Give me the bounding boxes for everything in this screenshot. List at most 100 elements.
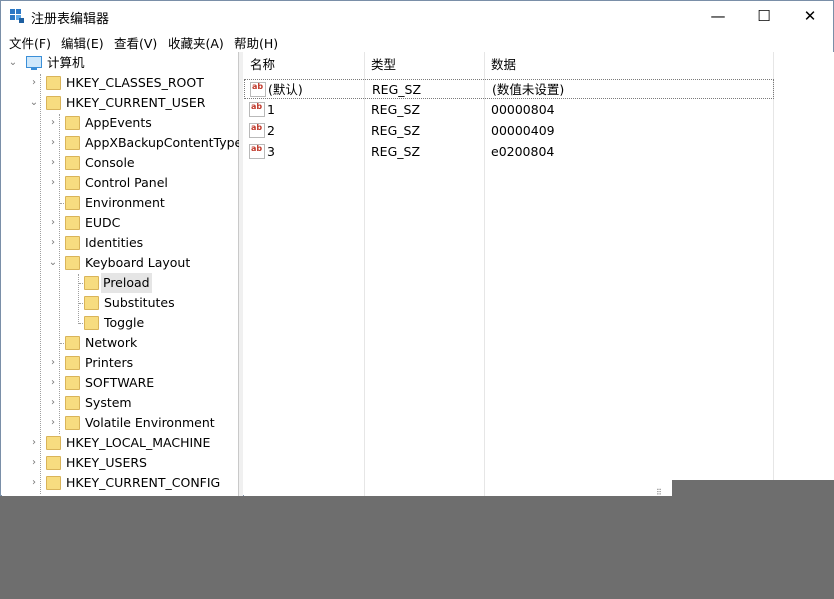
value-name: 3 bbox=[267, 144, 275, 159]
tree-label: Network bbox=[85, 335, 138, 350]
folder-icon bbox=[65, 156, 80, 170]
menu-favorites[interactable]: 收藏夹(A) bbox=[168, 33, 224, 52]
minimize-button[interactable]: — bbox=[695, 1, 741, 31]
folder-icon bbox=[84, 296, 99, 310]
chevron-right-icon[interactable]: › bbox=[29, 453, 39, 473]
tree-item-software[interactable]: › SOFTWARE bbox=[2, 373, 238, 393]
tree-item-toggle[interactable]: Toggle bbox=[2, 313, 238, 333]
chevron-right-icon[interactable]: › bbox=[48, 393, 58, 413]
tree-item-hkcu[interactable]: ⌄ HKEY_CURRENT_USER bbox=[2, 93, 238, 113]
menu-bar: 文件(F) 编辑(E) 查看(V) 收藏夹(A) 帮助(H) bbox=[1, 31, 833, 52]
regedit-window: 注册表编辑器 — ☐ ✕ 文件(F) 编辑(E) 查看(V) 收藏夹(A) 帮助… bbox=[0, 0, 834, 497]
folder-icon bbox=[65, 336, 80, 350]
tree-item-hku[interactable]: › HKEY_USERS bbox=[2, 453, 238, 473]
key-tree[interactable]: ⌄ 计算机 › HKEY_CLASSES_ROOT ⌄ HKEY_CURRENT… bbox=[2, 52, 242, 496]
folder-icon bbox=[46, 96, 61, 110]
string-value-icon: ab bbox=[249, 123, 265, 138]
tree-item-substitutes[interactable]: Substitutes bbox=[2, 293, 238, 313]
chevron-right-icon[interactable]: › bbox=[48, 373, 58, 393]
menu-edit[interactable]: 编辑(E) bbox=[61, 33, 104, 52]
maximize-button[interactable]: ☐ bbox=[741, 1, 787, 31]
tree-label: Volatile Environment bbox=[85, 415, 215, 430]
folder-open-icon bbox=[84, 276, 99, 290]
tree-item-system[interactable]: › System bbox=[2, 393, 238, 413]
tree-label: Environment bbox=[85, 195, 165, 210]
chevron-right-icon[interactable]: › bbox=[48, 173, 58, 193]
chevron-down-icon[interactable]: ⌄ bbox=[48, 253, 58, 273]
computer-stand bbox=[31, 68, 37, 70]
tree-item-appxbackup[interactable]: › AppXBackupContentType bbox=[2, 133, 242, 153]
column-header-name[interactable]: 名称 bbox=[244, 54, 364, 76]
tree-label: Toggle bbox=[104, 315, 145, 330]
chevron-right-icon[interactable]: › bbox=[48, 213, 58, 233]
values-list[interactable]: 名称 类型 数据 ab (默认) REG_SZ (数值未设置) ab 1 REG… bbox=[244, 52, 834, 496]
menu-help[interactable]: 帮助(H) bbox=[234, 33, 278, 52]
tree-item-keyboard-layout[interactable]: ⌄ Keyboard Layout bbox=[2, 253, 238, 273]
tree-item-printers[interactable]: › Printers bbox=[2, 353, 238, 373]
chevron-down-icon[interactable]: ⌄ bbox=[8, 53, 18, 73]
chevron-right-icon[interactable]: › bbox=[48, 153, 58, 173]
folder-icon bbox=[65, 236, 80, 250]
string-value-icon: ab bbox=[249, 102, 265, 117]
menu-view[interactable]: 查看(V) bbox=[114, 33, 157, 52]
folder-icon bbox=[65, 376, 80, 390]
menu-file[interactable]: 文件(F) bbox=[9, 33, 51, 52]
folder-icon bbox=[65, 216, 80, 230]
value-type: REG_SZ bbox=[372, 82, 422, 97]
window-title: 注册表编辑器 bbox=[31, 12, 110, 27]
tree-label: 计算机 bbox=[47, 55, 85, 70]
tree-item-eudc[interactable]: › EUDC bbox=[2, 213, 238, 233]
tree-item-computer[interactable]: ⌄ 计算机 bbox=[2, 53, 238, 73]
chevron-right-icon[interactable]: › bbox=[48, 233, 58, 253]
folder-icon bbox=[65, 136, 80, 150]
chevron-down-icon[interactable]: ⌄ bbox=[29, 93, 39, 113]
tree-label: Console bbox=[85, 155, 135, 170]
column-header-data[interactable]: 数据 bbox=[485, 54, 774, 76]
tree-item-volatile-environment[interactable]: › Volatile Environment bbox=[2, 413, 238, 433]
tree-item-hkcc[interactable]: › HKEY_CURRENT_CONFIG bbox=[2, 473, 238, 493]
pane-splitter[interactable] bbox=[239, 52, 243, 496]
tree-label: SOFTWARE bbox=[85, 375, 155, 390]
tree-item-preload[interactable]: Preload bbox=[2, 273, 238, 293]
computer-icon bbox=[26, 56, 42, 68]
tree-label: HKEY_LOCAL_MACHINE bbox=[66, 435, 211, 450]
close-button[interactable]: ✕ bbox=[787, 1, 833, 31]
chevron-right-icon[interactable]: › bbox=[48, 353, 58, 373]
desktop-background bbox=[672, 480, 834, 496]
value-row[interactable]: ab 1 REG_SZ 00000804 bbox=[244, 100, 774, 120]
folder-icon bbox=[65, 256, 80, 270]
tree-item-hkcr[interactable]: › HKEY_CLASSES_ROOT bbox=[2, 73, 238, 93]
chevron-right-icon[interactable]: › bbox=[29, 473, 39, 493]
tree-item-console[interactable]: › Console bbox=[2, 153, 238, 173]
chevron-right-icon[interactable]: › bbox=[29, 433, 39, 453]
folder-icon bbox=[46, 436, 61, 450]
chevron-right-icon[interactable]: › bbox=[48, 413, 58, 433]
tree-label: Control Panel bbox=[85, 175, 168, 190]
chevron-right-icon[interactable]: › bbox=[48, 133, 58, 153]
value-row[interactable]: ab 3 REG_SZ e0200804 bbox=[244, 142, 774, 162]
tree-item-control-panel[interactable]: › Control Panel bbox=[2, 173, 238, 193]
tree-item-appevents[interactable]: › AppEvents bbox=[2, 113, 238, 133]
chevron-right-icon[interactable]: › bbox=[29, 73, 39, 93]
tree-label: Substitutes bbox=[104, 295, 175, 310]
folder-icon bbox=[65, 416, 80, 430]
value-data: (数值未设置) bbox=[492, 82, 565, 97]
folder-icon bbox=[65, 176, 80, 190]
title-bar[interactable]: 注册表编辑器 — ☐ ✕ bbox=[1, 1, 833, 31]
tree-item-identities[interactable]: › Identities bbox=[2, 233, 238, 253]
value-row[interactable]: ab 2 REG_SZ 00000409 bbox=[244, 121, 774, 141]
folder-icon bbox=[65, 396, 80, 410]
value-type: REG_SZ bbox=[371, 144, 421, 159]
tree-item-network[interactable]: Network bbox=[2, 333, 238, 353]
regedit-app-icon bbox=[10, 9, 24, 23]
tree-item-environment[interactable]: Environment bbox=[2, 193, 238, 213]
chevron-right-icon[interactable]: › bbox=[48, 113, 58, 133]
value-type: REG_SZ bbox=[371, 123, 421, 138]
column-header-type[interactable]: 类型 bbox=[365, 54, 485, 76]
resize-grip-icon[interactable]: ⠿ bbox=[656, 488, 662, 497]
tree-label: Keyboard Layout bbox=[85, 255, 191, 270]
tree-item-hklm[interactable]: › HKEY_LOCAL_MACHINE bbox=[2, 433, 238, 453]
value-row[interactable]: ab (默认) REG_SZ (数值未设置) bbox=[244, 79, 774, 99]
tree-label: HKEY_CURRENT_CONFIG bbox=[66, 475, 221, 490]
folder-icon bbox=[65, 116, 80, 130]
